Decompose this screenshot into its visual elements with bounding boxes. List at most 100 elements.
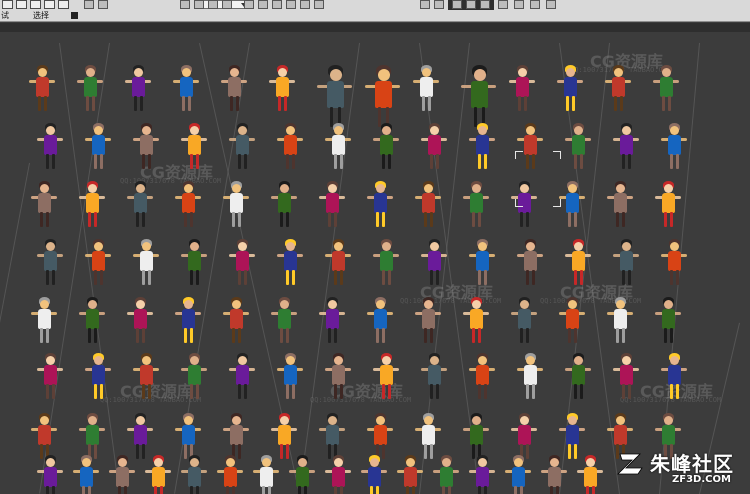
character-model[interactable] <box>364 65 402 130</box>
character-model[interactable] <box>72 455 100 494</box>
character-model[interactable] <box>276 239 304 287</box>
select-object-icon[interactable] <box>98 0 108 9</box>
character-model[interactable] <box>414 297 442 345</box>
link-icon[interactable] <box>30 0 41 9</box>
character-model[interactable] <box>462 297 490 345</box>
character-model[interactable] <box>414 181 442 229</box>
character-model[interactable] <box>276 123 304 171</box>
character-model[interactable] <box>372 123 400 171</box>
scale-icon[interactable] <box>222 0 232 9</box>
character-model[interactable] <box>504 455 532 494</box>
character-model[interactable] <box>318 413 346 461</box>
character-model[interactable] <box>612 239 640 287</box>
character-model[interactable] <box>366 413 394 461</box>
character-model[interactable] <box>78 297 106 345</box>
character-model[interactable] <box>222 181 250 229</box>
select-tab-label[interactable]: 选择 <box>33 11 49 20</box>
undo-icon[interactable] <box>2 0 13 9</box>
character-model[interactable] <box>606 297 634 345</box>
character-model[interactable] <box>316 65 354 130</box>
character-model[interactable] <box>660 353 688 401</box>
character-model[interactable] <box>222 297 250 345</box>
character-model[interactable] <box>174 413 202 461</box>
character-model[interactable] <box>558 297 586 345</box>
character-model[interactable] <box>172 65 200 113</box>
bind-icon[interactable] <box>58 0 69 9</box>
character-model[interactable] <box>366 297 394 345</box>
snap-icon[interactable] <box>272 0 282 9</box>
character-model[interactable] <box>462 181 490 229</box>
character-model[interactable] <box>222 413 250 461</box>
selection-filter-icon[interactable] <box>84 0 94 9</box>
character-model[interactable] <box>652 65 680 113</box>
character-model[interactable] <box>558 413 586 461</box>
move-icon[interactable] <box>194 0 204 9</box>
character-model[interactable] <box>564 353 592 401</box>
character-model[interactable] <box>612 353 640 401</box>
character-model[interactable] <box>76 65 104 113</box>
character-model[interactable] <box>228 353 256 401</box>
character-model[interactable] <box>660 239 688 287</box>
character-model[interactable] <box>132 123 160 171</box>
character-model[interactable] <box>180 239 208 287</box>
curve-editor-icon[interactable] <box>466 0 476 9</box>
character-model[interactable] <box>510 297 538 345</box>
character-model[interactable] <box>468 353 496 401</box>
character-model[interactable] <box>126 181 154 229</box>
character-model[interactable] <box>612 123 640 171</box>
character-model[interactable] <box>180 123 208 171</box>
character-model[interactable] <box>318 181 346 229</box>
character-model[interactable] <box>660 123 688 171</box>
character-model[interactable] <box>270 181 298 229</box>
character-model[interactable] <box>420 239 448 287</box>
character-model[interactable] <box>126 413 154 461</box>
character-model[interactable] <box>324 353 352 401</box>
character-model[interactable] <box>180 353 208 401</box>
character-model[interactable] <box>366 181 394 229</box>
character-model[interactable] <box>460 65 498 130</box>
character-model[interactable] <box>132 353 160 401</box>
character-model[interactable] <box>252 455 280 494</box>
percent-snap-icon[interactable] <box>300 0 310 9</box>
character-model[interactable] <box>414 413 442 461</box>
character-model[interactable] <box>28 65 56 113</box>
render-frame-icon[interactable] <box>530 0 540 9</box>
character-model[interactable] <box>654 181 682 229</box>
spinner-snap-icon[interactable] <box>314 0 324 9</box>
character-model[interactable] <box>276 353 304 401</box>
character-model[interactable] <box>324 455 352 494</box>
character-model[interactable] <box>604 65 632 113</box>
character-model[interactable] <box>324 239 352 287</box>
character-model[interactable] <box>606 181 634 229</box>
character-model[interactable] <box>180 455 208 494</box>
character-model[interactable] <box>228 239 256 287</box>
character-model[interactable] <box>324 123 352 171</box>
character-model[interactable] <box>318 297 346 345</box>
character-model[interactable] <box>468 455 496 494</box>
character-model[interactable] <box>174 181 202 229</box>
character-model[interactable] <box>126 297 154 345</box>
character-model[interactable] <box>84 123 112 171</box>
material-editor-icon[interactable] <box>498 0 508 9</box>
character-model[interactable] <box>30 297 58 345</box>
render-icon[interactable] <box>546 0 556 9</box>
character-model[interactable] <box>124 65 152 113</box>
character-model[interactable] <box>468 123 496 171</box>
reference-coordinate-icon[interactable] <box>244 0 254 9</box>
character-model[interactable] <box>36 353 64 401</box>
character-model[interactable] <box>556 65 584 113</box>
render-setup-icon[interactable] <box>514 0 524 9</box>
character-model[interactable] <box>372 353 400 401</box>
character-model[interactable] <box>564 123 592 171</box>
character-model[interactable] <box>468 239 496 287</box>
character-model[interactable] <box>78 181 106 229</box>
schematic-view-icon[interactable] <box>480 0 490 9</box>
character-model[interactable] <box>510 413 538 461</box>
angle-snap-icon[interactable] <box>286 0 296 9</box>
character-model[interactable] <box>654 297 682 345</box>
character-model[interactable] <box>268 65 296 113</box>
character-model[interactable] <box>412 65 440 113</box>
character-model[interactable] <box>270 297 298 345</box>
character-model[interactable] <box>30 413 58 461</box>
character-model[interactable] <box>228 123 256 171</box>
